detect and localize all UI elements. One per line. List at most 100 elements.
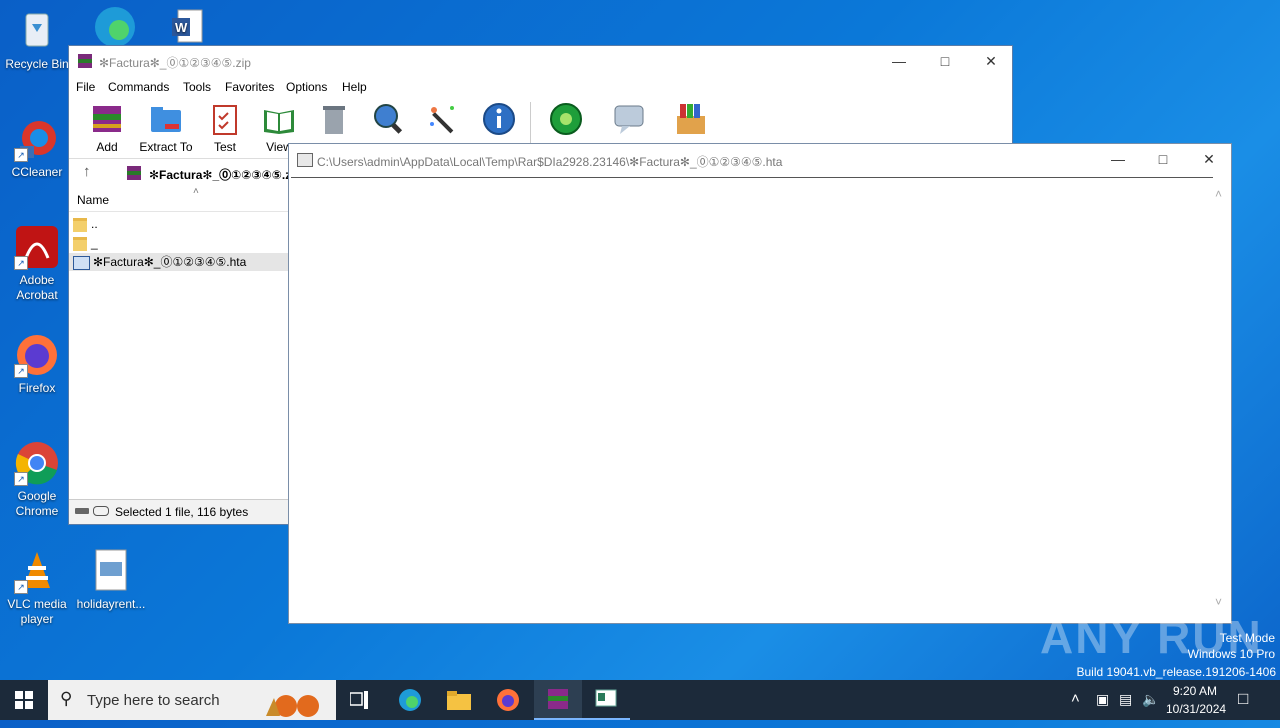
test-clipboard-icon	[208, 102, 242, 136]
menu-favorites[interactable]: Favorites	[225, 80, 274, 94]
sort-arrow-icon: ˄	[193, 186, 199, 197]
edge-icon	[92, 4, 138, 50]
desktop-icon-ccleaner[interactable]: ↗ CCleaner	[0, 116, 74, 180]
winrar-app-icon	[77, 53, 93, 69]
find-button[interactable]	[363, 102, 413, 140]
minimize-button[interactable]: —	[876, 46, 922, 76]
hta-content-area[interactable]	[291, 177, 1213, 621]
scroll-down-icon[interactable]: ˅	[1215, 595, 1222, 609]
sfx-button[interactable]	[666, 102, 716, 140]
scroll-up-icon[interactable]: ˄	[1215, 187, 1222, 201]
desktop-icon-recycle-bin[interactable]: Recycle Bin	[0, 8, 74, 72]
desktop-icon-holidayrent[interactable]: holidayrent...	[74, 548, 148, 612]
menu-commands[interactable]: Commands	[108, 80, 169, 94]
desktop-icon-label: Google Chrome	[15, 489, 59, 518]
menu-bar: File Commands Tools Favorites Options He…	[69, 76, 1012, 98]
taskbar-edge[interactable]	[386, 680, 434, 720]
extract-to-label: Extract To	[139, 140, 193, 154]
file-explorer-icon	[447, 691, 471, 710]
add-archive-icon	[90, 102, 124, 136]
info-button[interactable]	[474, 102, 524, 140]
search-placeholder: Type here to search	[87, 692, 220, 709]
extract-folder-icon	[149, 102, 183, 136]
address-bar[interactable]: ↑ ✻Factura✻_⓪①②③④⑤.z	[69, 158, 291, 187]
view-book-icon	[262, 102, 296, 136]
file-icon	[88, 548, 134, 594]
edge-icon	[399, 689, 421, 711]
status-bar: Selected 1 file, 116 bytes	[69, 499, 288, 524]
menu-options[interactable]: Options	[286, 80, 327, 94]
file-list[interactable]: Name ˄ .. _ ✻Factura✻_⓪①②③④⑤.hta	[69, 186, 288, 499]
vlc-icon: ↗	[14, 548, 60, 594]
find-magnifier-icon	[371, 102, 405, 136]
build-label: Build 19041.vb_release.191206-1406	[1076, 665, 1277, 679]
word-icon: W	[164, 4, 210, 50]
volume-icon[interactable]: 🔈	[1142, 691, 1159, 708]
sfx-box-icon	[674, 102, 708, 136]
task-view-icon	[349, 691, 368, 709]
desktop-icon-acrobat[interactable]: ↗ Adobe Acrobat	[0, 224, 74, 303]
desktop-icon-chrome[interactable]: ↗ Google Chrome	[0, 440, 74, 519]
taskbar-winrar[interactable]	[534, 680, 582, 720]
desktop-icon-label: holidayrent...	[76, 597, 146, 611]
test-button[interactable]: Test	[200, 102, 250, 154]
desktop-icon-vlc[interactable]: ↗ VLC media player	[0, 548, 74, 627]
menu-file[interactable]: File	[76, 80, 95, 94]
winrar-icon	[548, 689, 568, 709]
clock-time[interactable]: 9:20 AM	[1173, 684, 1217, 698]
taskbar-search[interactable]: ⚲ Type here to search	[48, 680, 336, 720]
extract-to-button[interactable]: Extract To	[136, 102, 196, 154]
hta-file-icon	[73, 255, 90, 270]
clock-date[interactable]: 10/31/2024	[1166, 702, 1226, 716]
device-icon[interactable]: ▣	[1096, 691, 1109, 708]
desktop-icon-label: Recycle Bin	[5, 57, 69, 71]
wizard-wand-icon	[426, 102, 460, 136]
virus-scan-icon	[549, 102, 583, 136]
winrar-titlebar[interactable]: ✻Factura✻_⓪①②③④⑤.zip — □ ✕	[69, 46, 1012, 76]
up-arrow-icon[interactable]: ↑	[83, 163, 91, 180]
info-icon	[482, 102, 516, 136]
maximize-button[interactable]: □	[1140, 144, 1186, 174]
taskbar-hta[interactable]	[582, 680, 630, 720]
taskbar-firefox[interactable]	[484, 680, 532, 720]
list-item[interactable]: ..	[73, 215, 98, 233]
test-mode-label: Test Mode	[1219, 631, 1275, 645]
comment-icon	[612, 102, 646, 136]
task-view-button[interactable]	[336, 680, 384, 720]
notification-icon[interactable]: □	[1238, 689, 1248, 709]
hta-window[interactable]: C:\Users\admin\AppData\Local\Temp\Rar$DI…	[288, 143, 1232, 624]
shortcut-arrow-icon: ↗	[14, 148, 28, 162]
virusscan-button[interactable]	[541, 102, 591, 140]
close-button[interactable]: ✕	[1186, 144, 1232, 174]
comment-button[interactable]	[604, 102, 654, 140]
desktop-icon-label: CCleaner	[11, 165, 63, 179]
column-header-name[interactable]: Name	[69, 189, 288, 212]
shortcut-arrow-icon: ↗	[14, 580, 28, 594]
desktop-icon-firefox[interactable]: ↗ Firefox	[0, 332, 74, 396]
network-icon[interactable]: ▤	[1119, 691, 1132, 708]
window-title: ✻Factura✻_⓪①②③④⑤.zip	[99, 56, 251, 70]
maximize-button[interactable]: □	[922, 46, 968, 76]
vertical-scrollbar[interactable]: ˄ ˅	[1213, 177, 1229, 621]
menu-tools[interactable]: Tools	[183, 80, 211, 94]
firefox-icon: ↗	[14, 332, 60, 378]
tray-chevron-icon[interactable]: ˄	[1071, 690, 1080, 707]
test-label: Test	[213, 140, 236, 154]
list-item-selected[interactable]: ✻Factura✻_⓪①②③④⑤.hta	[69, 253, 288, 271]
hta-titlebar[interactable]: C:\Users\admin\AppData\Local\Temp\Rar$DI…	[289, 144, 1231, 174]
minimize-button[interactable]: —	[1095, 144, 1141, 174]
status-text: Selected 1 file, 116 bytes	[115, 505, 249, 519]
delete-button[interactable]	[309, 102, 359, 140]
wizard-button[interactable]	[418, 102, 468, 140]
windows-logo-icon	[15, 691, 33, 709]
taskbar-file-explorer[interactable]	[435, 680, 483, 720]
list-item[interactable]: _	[73, 234, 98, 252]
close-button[interactable]: ✕	[968, 46, 1014, 76]
menu-help[interactable]: Help	[342, 80, 367, 94]
add-button[interactable]: Add	[82, 102, 132, 154]
search-icon: ⚲	[60, 689, 73, 708]
start-button[interactable]	[0, 680, 48, 720]
halloween-pumpkin-icon	[264, 688, 330, 721]
svg-text:W: W	[175, 20, 188, 35]
desktop-icon-label: Firefox	[18, 381, 56, 395]
